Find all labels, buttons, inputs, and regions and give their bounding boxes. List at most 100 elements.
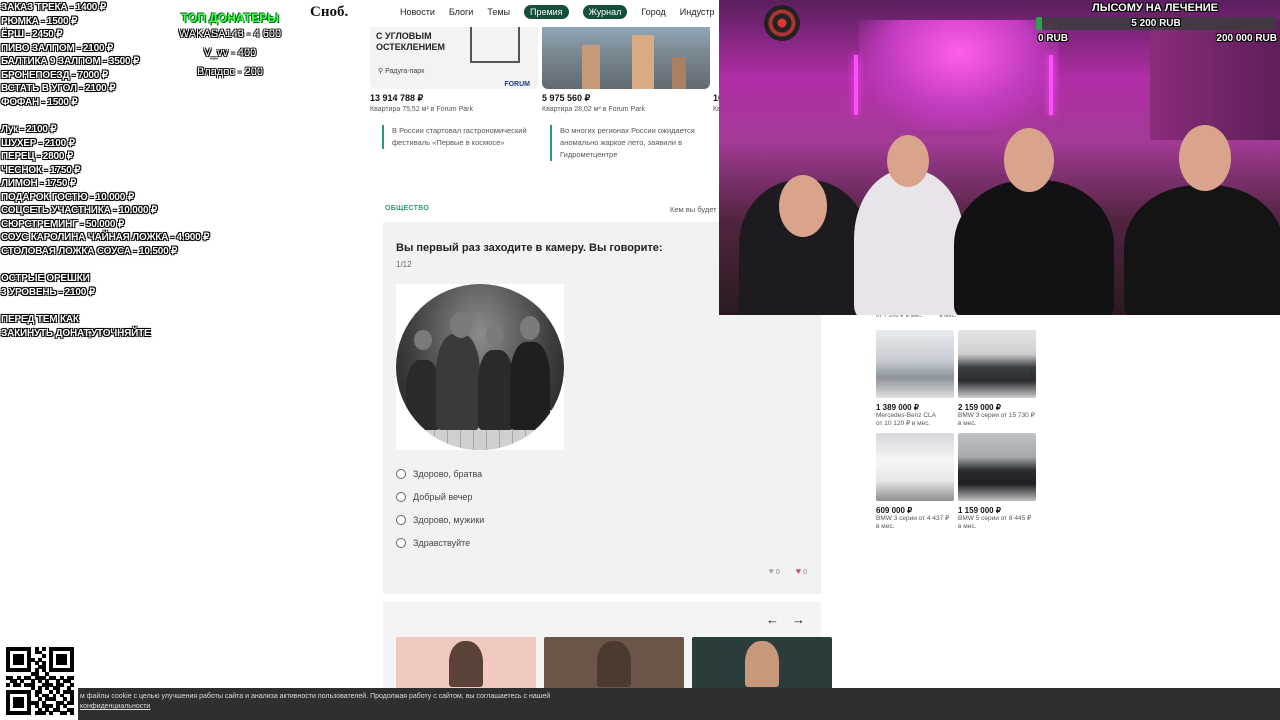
nav-city[interactable]: Город bbox=[641, 7, 665, 19]
nav-industry[interactable]: Индустр bbox=[680, 7, 715, 19]
nav-news[interactable]: Новости bbox=[400, 7, 435, 19]
car-photo bbox=[876, 330, 954, 398]
real-estate-listings: С УГЛОВЫМ ОСТЕКЛЕНИЕМ ⚲ Радуга-парк FORU… bbox=[370, 27, 723, 117]
donation-option: СОУС КАРОЛИНА ЧАЙНАЯ ЛОЖКА - 4.900 ₽ bbox=[1, 232, 210, 243]
radio-button[interactable] bbox=[396, 537, 406, 548]
streamer-face bbox=[1004, 128, 1054, 192]
building-shape bbox=[582, 45, 600, 89]
article-thumbnail[interactable] bbox=[692, 637, 832, 690]
qr-module bbox=[16, 682, 21, 687]
chevron-right-icon[interactable]: › bbox=[1030, 368, 1033, 379]
radio-button[interactable] bbox=[396, 468, 406, 479]
building-shape bbox=[632, 35, 654, 89]
listing-price[interactable]: 13 914 788 ₽ bbox=[370, 93, 423, 104]
listing-price[interactable]: 5 975 560 ₽ bbox=[542, 93, 590, 104]
cookie-banner: м файлы cookie с целью улучшения работы … bbox=[78, 688, 1280, 720]
car-card[interactable]: 1 389 000 ₽ Mercedes-Benz CLA от 10 120 … bbox=[876, 330, 954, 428]
car-photo bbox=[876, 433, 954, 501]
nav-topics[interactable]: Темы bbox=[487, 7, 510, 19]
donation-goal: ЛЫСОМУ НА ЛЕЧЕНИЕ 5 200 RUB 0 RUB 200 00… bbox=[1030, 0, 1280, 46]
donation-option: ЛИМОН - 1750 ₽ bbox=[1, 178, 77, 189]
like-count: 0 bbox=[775, 569, 780, 576]
goal-current: 5 200 RUB bbox=[1131, 18, 1181, 29]
option-label: Добрый вечер bbox=[413, 491, 473, 502]
news-item[interactable]: Во многих регионах России ожидается аном… bbox=[550, 125, 700, 161]
heart-reaction[interactable]: ♥ 0 bbox=[796, 566, 807, 576]
car-price: 609 000 ₽ bbox=[876, 506, 913, 515]
neon-light bbox=[854, 55, 858, 115]
streamer-face bbox=[887, 135, 929, 187]
donation-option: ШУХЕР - 2100 ₽ bbox=[1, 137, 75, 149]
cookie-text: м файлы cookie с целью улучшения работы … bbox=[80, 693, 551, 700]
qr-module bbox=[63, 661, 68, 666]
car-card[interactable]: 1 159 000 ₽ BMW 5 серии от 8 445 ₽ в мес… bbox=[958, 433, 1036, 531]
section-link[interactable]: Кем вы будет bbox=[670, 205, 717, 214]
article-thumbnail[interactable] bbox=[544, 637, 684, 690]
listing-image-1[interactable]: С УГЛОВЫМ ОСТЕКЛЕНИЕМ ⚲ Радуга-парк FORU… bbox=[370, 27, 538, 89]
arrow-right-icon[interactable]: → bbox=[792, 612, 805, 627]
car-model: BMW 3 серии от 15 730 ₽ bbox=[958, 412, 1035, 419]
car-photo bbox=[958, 433, 1036, 501]
radio-button[interactable] bbox=[396, 491, 406, 502]
qr-module bbox=[6, 682, 10, 687]
person-head bbox=[486, 324, 504, 346]
privacy-link[interactable]: конфиденциальности bbox=[80, 703, 150, 710]
building-shape bbox=[672, 57, 686, 89]
person-portrait bbox=[449, 641, 483, 687]
streamer-person bbox=[1124, 185, 1280, 315]
donation-option: ВСТАТЬ В УГОЛ - 2100 ₽ bbox=[1, 83, 116, 94]
site-logo[interactable]: Сноб. bbox=[310, 4, 348, 21]
like-reaction[interactable]: ♥ 0 bbox=[769, 566, 780, 576]
donation-option: ЗАКИНУТЬ ДОНАТ,УТОЧНЯЙТЕ bbox=[1, 327, 151, 339]
quiz-option[interactable]: Здорово, братва bbox=[396, 462, 484, 485]
donation-option: ПЕРЕЦ - 2800 ₽ bbox=[1, 151, 73, 162]
brand-logo: FORUM bbox=[504, 81, 530, 88]
car-monthly: в мес. bbox=[876, 523, 895, 530]
streamer-person bbox=[854, 170, 964, 315]
qr-module bbox=[70, 668, 75, 673]
option-label: Здорово, братва bbox=[413, 468, 483, 479]
quiz-option[interactable]: Здорово, мужики bbox=[396, 508, 484, 531]
reactions: ♥ 0 ♥ 0 bbox=[769, 566, 807, 576]
arrow-left-icon[interactable]: ← bbox=[766, 612, 779, 627]
option-label: Здорово, мужики bbox=[413, 514, 485, 525]
section-tag[interactable]: ОБЩЕСТВО bbox=[385, 205, 429, 212]
article-thumbnail[interactable] bbox=[396, 637, 536, 690]
news-ticker: В России стартовал гастрономический фест… bbox=[382, 125, 722, 165]
donation-option: СЮРСТРЕМИНГ - 50.000 ₽ bbox=[1, 218, 124, 230]
donation-option: ОСТРЫЕ ОРЕШКИ bbox=[1, 273, 90, 284]
donation-option: Лук - 2100 ₽ bbox=[1, 124, 57, 135]
quiz-option[interactable]: Добрый вечер bbox=[396, 485, 484, 508]
person-figure bbox=[510, 342, 550, 430]
listing-image-2[interactable] bbox=[542, 27, 710, 89]
car-price: 1 389 000 ₽ bbox=[876, 403, 919, 412]
car-model: BMW 5 серии от 8 445 ₽ bbox=[958, 515, 1032, 522]
qr-module bbox=[70, 711, 75, 716]
car-monthly: от 10 120 ₽ в мес. bbox=[876, 420, 931, 427]
car-model: Mercedes-Benz CLA bbox=[876, 412, 936, 419]
listing-location: ⚲ Радуга-парк bbox=[378, 67, 424, 75]
donation-option: 3 УРОВЕНЬ - 2100 ₽ bbox=[1, 286, 95, 298]
streamer-face bbox=[1179, 125, 1231, 191]
car-ads: от 7 206 ₽ в мес. в мес. 1 389 000 ₽ Mer… bbox=[872, 312, 1040, 538]
radio-button[interactable] bbox=[396, 514, 406, 525]
nav-magazine[interactable]: Журнал bbox=[582, 5, 628, 19]
nav-blogs[interactable]: Блоги bbox=[449, 7, 473, 19]
donation-option: СОЦСЕТЬ УЧАСТНИКА - 10.000 ₽ bbox=[1, 205, 158, 216]
car-monthly: в мес. bbox=[958, 523, 977, 530]
car-card[interactable]: 2 159 000 ₽ BMW 3 серии от 15 730 ₽ в ме… bbox=[958, 330, 1036, 428]
streamer-face bbox=[779, 175, 827, 237]
news-item[interactable]: В России стартовал гастрономический фест… bbox=[382, 125, 532, 149]
quiz-option[interactable]: Здравствуйте bbox=[396, 531, 484, 554]
listing-desc: Квартира 28,02 м² в Forum Park bbox=[542, 106, 645, 113]
nav-award[interactable]: Премия bbox=[523, 5, 569, 19]
donation-option: ПЕРЕД ТЕМ КАК bbox=[1, 314, 79, 325]
qr-module bbox=[70, 682, 75, 687]
qr-module bbox=[70, 700, 75, 705]
qr-module bbox=[63, 711, 68, 716]
donation-option: ЧЕСНОК - 1750 ₽ bbox=[1, 164, 81, 176]
listing-desc: Квартира 75,52 м² в Forum Park bbox=[370, 106, 473, 113]
car-card[interactable]: 609 000 ₽ BMW 3 серии от 4 437 ₽ в мес. bbox=[876, 433, 954, 531]
